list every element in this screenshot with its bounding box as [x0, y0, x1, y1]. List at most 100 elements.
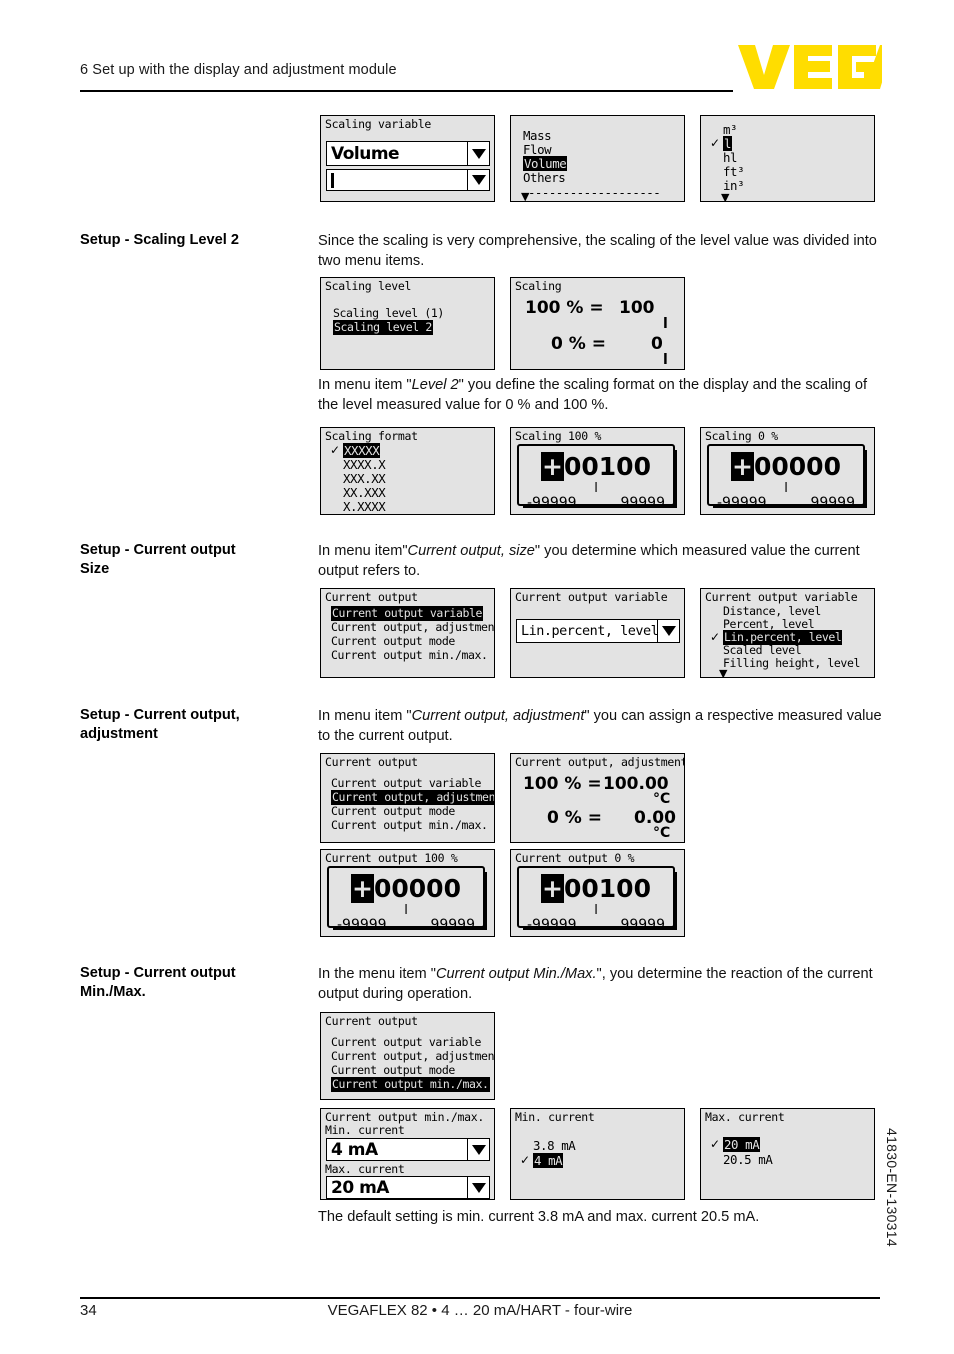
current-output-variable-dropdown[interactable]: Lin.percent, level — [516, 619, 680, 643]
body-pre: In menu item " — [318, 708, 412, 724]
min-current-label: Min. current — [325, 1123, 405, 1137]
digits[interactable]: 00100 — [564, 452, 651, 481]
scroll-down-icon[interactable]: ▼ — [719, 668, 727, 677]
menu-item[interactable]: Current output variable — [331, 776, 481, 791]
list-item[interactable]: Flow — [523, 142, 552, 157]
menu-item[interactable]: Current output, adjustment — [331, 620, 494, 635]
digits[interactable]: 00000 — [754, 452, 841, 481]
screen-title: Max. current — [705, 1110, 785, 1124]
numeric-value[interactable]: +00000 — [329, 874, 483, 903]
screen-scaling-format[interactable]: Scaling format ✓ XXXXX XXXX.X XXX.XX XX.… — [320, 427, 495, 515]
sign-toggle[interactable]: + — [351, 874, 374, 903]
screen-current-output-menu-minmax[interactable]: Current output Current output variable C… — [320, 1012, 495, 1100]
screen-current-output-menu-adjustment[interactable]: Current output Current output variable C… — [320, 753, 495, 843]
screen-scaling-0[interactable]: Scaling 0 % +00000 l -99999 99999 — [700, 427, 875, 515]
max-current-dropdown[interactable]: 20 mA — [326, 1176, 490, 1199]
menu-item-selected[interactable]: Current output variable — [331, 606, 484, 621]
list-item[interactable]: XXX.XX — [343, 471, 386, 486]
screen-title: Scaling 100 % — [515, 429, 602, 443]
list-item[interactable]: 20.5 mA — [723, 1152, 773, 1167]
menu-item[interactable]: Current output min./max. — [331, 648, 488, 663]
list-item[interactable]: XXXX.X — [343, 457, 386, 472]
screen-title: Scaling format — [325, 429, 418, 443]
list-item[interactable]: 3.8 mA — [533, 1138, 576, 1153]
screen-min-current-list[interactable]: Min. current 3.8 mA ✓ 4 mA — [510, 1108, 685, 1200]
list-item[interactable]: Others — [523, 170, 566, 185]
list-item[interactable]: m³ — [723, 122, 738, 137]
numeric-entry-box[interactable]: +00100 l -99999 99999 — [517, 866, 677, 933]
list-item-selected[interactable]: XXXXX — [343, 443, 381, 458]
footer-divider — [80, 1297, 880, 1299]
menu-item[interactable]: Current output mode — [331, 1063, 455, 1078]
screen-title: Current output — [325, 755, 418, 769]
numeric-value[interactable]: +00100 — [519, 452, 673, 481]
list-item-selected[interactable]: 4 mA — [533, 1153, 564, 1168]
screen-max-current-list[interactable]: Max. current ✓ 20 mA 20.5 mA — [700, 1108, 875, 1200]
menu-item-selected[interactable]: Current output, adjustment — [331, 790, 494, 805]
current-output-variable-value: Lin.percent, level — [521, 623, 657, 639]
min-current-dropdown[interactable]: 4 mA — [326, 1138, 490, 1161]
chevron-down-icon[interactable] — [467, 1139, 489, 1160]
list-item[interactable]: Filling height, level — [723, 656, 860, 671]
menu-item[interactable]: Current output, adjustment — [331, 1049, 494, 1064]
numeric-value[interactable]: +00100 — [519, 874, 673, 903]
body-pre: In menu item " — [318, 377, 412, 393]
list-item[interactable]: XX.XXX — [343, 485, 386, 500]
scaling-0-unit: l — [663, 352, 668, 368]
digits[interactable]: 00100 — [564, 874, 651, 903]
numeric-entry-box[interactable]: +00100 l -99999 99999 — [517, 444, 677, 511]
numeric-entry-box[interactable]: +00000 l -99999 99999 — [707, 444, 867, 511]
list-item[interactable]: Mass — [523, 128, 552, 143]
chapter-title: 6 Set up with the display and adjustment… — [80, 62, 397, 78]
scaling-0-value[interactable]: 0 — [651, 334, 663, 354]
menu-item-selected[interactable]: Scaling level 2 — [333, 320, 433, 335]
list-item-selected[interactable]: 20 mA — [723, 1137, 761, 1152]
scaling-variable-dropdown[interactable]: Volume — [326, 141, 490, 166]
screen-current-output-menu-variable[interactable]: Current output Current output variable C… — [320, 588, 495, 678]
screen-current-output-minmax[interactable]: Current output min./max. Min. current 4 … — [320, 1108, 495, 1200]
numeric-entry-box[interactable]: +00000 l -99999 99999 — [327, 866, 487, 933]
scaling-100-value[interactable]: 100 — [619, 298, 655, 318]
numeric-unit: l — [784, 481, 788, 496]
menu-item[interactable]: Current output mode — [331, 634, 455, 649]
screen-current-output-100[interactable]: Current output 100 % +00000 l -99999 999… — [320, 849, 495, 937]
sign-toggle[interactable]: + — [731, 452, 754, 481]
list-item[interactable]: ft³ — [723, 164, 745, 179]
menu-item[interactable]: Current output min./max. — [331, 818, 488, 833]
min-current-value: 4 mA — [331, 1139, 378, 1160]
numeric-value[interactable]: +00000 — [709, 452, 863, 481]
screen-scaling-unit-list[interactable]: m³ ✓ l hl ft³ in³ ▼ — [700, 115, 875, 202]
scroll-down-icon[interactable]: ▼ — [521, 191, 529, 201]
text-cursor — [331, 173, 334, 188]
chevron-down-icon[interactable] — [467, 142, 489, 165]
list-item[interactable]: X.XXXX — [343, 499, 386, 514]
list-item[interactable]: hl — [723, 150, 738, 165]
scaling-unit-dropdown[interactable] — [326, 169, 490, 191]
menu-item[interactable]: Current output variable — [331, 1035, 481, 1050]
screen-scaling-100[interactable]: Scaling 100 % +00100 l -99999 99999 — [510, 427, 685, 515]
menu-item[interactable]: Current output mode — [331, 804, 455, 819]
menu-item[interactable]: Scaling level (1) — [333, 306, 444, 321]
numeric-unit: l — [404, 903, 408, 918]
section-body-level-2: In menu item "Level 2" you define the sc… — [318, 375, 884, 415]
screen-current-output-0[interactable]: Current output 0 % +00100 l -99999 99999 — [510, 849, 685, 937]
document-code: 41830-EN-130314 — [884, 1128, 900, 1247]
title-line-2: Size — [80, 561, 110, 577]
adjustment-0-label: 0 % = — [547, 808, 602, 828]
chevron-down-icon[interactable] — [467, 1177, 489, 1198]
digits[interactable]: 00000 — [374, 874, 461, 903]
chevron-down-icon[interactable] — [657, 620, 679, 642]
sign-toggle[interactable]: + — [541, 452, 564, 481]
screen-current-output-variable-combo[interactable]: Current output variable Lin.percent, lev… — [510, 588, 685, 678]
screen-current-output-variable-list[interactable]: Current output variable Distance, level … — [700, 588, 875, 678]
screen-scaling-variable[interactable]: Scaling variable Volume — [320, 115, 495, 202]
menu-item-selected[interactable]: Current output min./max. — [331, 1077, 490, 1092]
sign-toggle[interactable]: + — [541, 874, 564, 903]
screen-scaling-variable-list[interactable]: Mass Flow Volume Others ----------------… — [510, 115, 685, 202]
list-item-selected[interactable]: Volume — [523, 156, 568, 171]
list-item-selected[interactable]: l — [723, 136, 733, 151]
chevron-down-icon[interactable] — [467, 170, 489, 190]
screen-title: Current output 100 % — [325, 851, 458, 865]
scroll-down-icon[interactable]: ▼ — [721, 192, 729, 201]
screen-scaling-level-menu[interactable]: Scaling level Scaling level (1) Scaling … — [320, 277, 495, 370]
